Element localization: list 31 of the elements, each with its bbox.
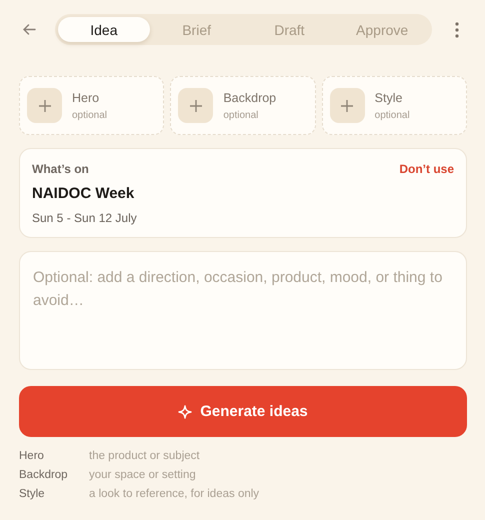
sparkle-icon xyxy=(178,404,192,418)
legend-term: Style xyxy=(19,487,46,502)
legend-description: your space or setting xyxy=(89,468,197,483)
slot-hint: optional xyxy=(72,110,108,120)
more-vertical-icon xyxy=(455,22,459,38)
step-tab[interactable]: Idea xyxy=(58,17,150,42)
step-tab[interactable]: Brief xyxy=(150,17,243,42)
legend-description: a look to reference, for ideas only xyxy=(89,487,260,502)
image-slot[interactable]: Hero optional xyxy=(19,76,164,135)
generate-button[interactable]: Generate ideas xyxy=(19,386,467,437)
step-tab[interactable]: Approve xyxy=(336,17,428,42)
legend-term: Backdrop xyxy=(19,468,69,483)
slot-label: Hero xyxy=(72,90,100,104)
image-slot[interactable]: Style optional xyxy=(322,76,467,135)
plus-icon xyxy=(27,88,62,123)
event-dates: Sun 5 - Sun 12 July xyxy=(32,211,138,225)
prompt-field[interactable]: Optional: add a direction, occasion, product, mood, or thing to avoid… xyxy=(19,251,467,370)
arrow-left-icon xyxy=(22,24,36,35)
image-slot[interactable]: Backdrop optional xyxy=(170,76,316,135)
dont-use-link[interactable]: Don’t use xyxy=(399,162,454,176)
slot-label: Backdrop xyxy=(223,90,276,104)
event-heading: What’s on xyxy=(32,162,89,176)
slot-label: Style xyxy=(374,90,404,104)
legend-term: Hero xyxy=(19,449,45,464)
legend-description: the product or subject xyxy=(89,449,201,464)
plus-icon xyxy=(330,88,365,123)
step-tab[interactable]: Draft xyxy=(243,17,336,42)
event-title: NAIDOC Week xyxy=(32,185,136,202)
slot-hint: optional xyxy=(374,110,410,120)
slot-hint: optional xyxy=(223,110,260,120)
plus-icon xyxy=(178,88,214,123)
